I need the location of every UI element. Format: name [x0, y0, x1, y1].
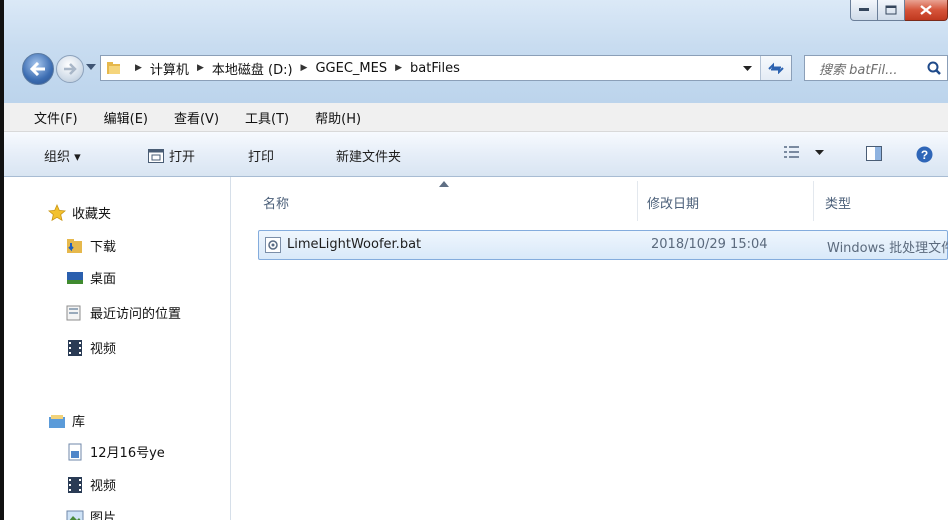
file-row[interactable]: LimeLightWoofer.bat 2018/10/29 15:04 Win…: [258, 230, 948, 260]
nav-recent-places[interactable]: 最近访问的位置: [66, 303, 181, 322]
organize-label: 组织 ▾: [44, 150, 81, 165]
nav-favorites-label: 收藏夹: [72, 207, 112, 222]
new-folder-label: 新建文件夹: [336, 150, 402, 165]
document-library-icon: [66, 443, 84, 461]
column-type[interactable]: 类型: [825, 193, 851, 212]
chevron-right-icon[interactable]: ▶: [197, 63, 204, 73]
nav-library-custom-label: 12月16号ye: [90, 446, 165, 461]
chevron-right-icon[interactable]: ▶: [395, 63, 402, 73]
breadcrumb: ▶ 计算机 ▶ 本地磁盘 (D:) ▶ GGEC_MES ▶ batFiles: [127, 59, 460, 78]
column-divider[interactable]: [813, 181, 814, 221]
navigation-pane: 收藏夹 下载 桌面 最近访问的位置 视频 库 12月16号ye 视频 图片: [4, 177, 231, 520]
refresh-button[interactable]: [760, 56, 791, 80]
recent-pages-dropdown[interactable]: [86, 64, 96, 70]
nav-library-pictures[interactable]: 图片: [66, 507, 116, 520]
print-button[interactable]: 打印: [248, 146, 274, 165]
folder-icon: [107, 61, 121, 75]
menu-tools[interactable]: 工具(T): [245, 108, 289, 127]
refresh-icon: [768, 62, 784, 74]
nav-downloads-label: 下载: [90, 240, 117, 255]
menu-help[interactable]: 帮助(H): [315, 108, 361, 127]
help-icon: ?: [916, 146, 933, 163]
star-icon: [48, 203, 66, 222]
nav-libraries-label: 库: [72, 415, 86, 430]
chevron-right-icon[interactable]: ▶: [135, 63, 142, 73]
nav-library-pictures-label: 图片: [90, 511, 117, 520]
open-label: 打开: [169, 150, 196, 165]
close-icon: [920, 5, 932, 15]
address-bar[interactable]: ▶ 计算机 ▶ 本地磁盘 (D:) ▶ GGEC_MES ▶ batFiles: [100, 55, 792, 81]
address-history-dropdown[interactable]: [737, 56, 757, 80]
forward-button[interactable]: [56, 55, 84, 83]
caption-buttons: [850, 0, 948, 22]
maximize-icon: [885, 5, 897, 15]
close-button[interactable]: [905, 0, 948, 21]
minimize-button[interactable]: [850, 0, 878, 21]
file-type: Windows 批处理文件: [827, 241, 948, 256]
file-name: LimeLightWoofer.bat: [287, 237, 422, 252]
open-icon: [148, 148, 164, 163]
menu-bar: 文件(F) 编辑(E) 查看(V) 工具(T) 帮助(H): [4, 103, 948, 132]
nav-favorites[interactable]: 收藏夹: [48, 203, 111, 222]
search-placeholder: 搜索 batFil...: [819, 62, 898, 78]
breadcrumb-item-ggec[interactable]: GGEC_MES: [315, 61, 387, 76]
search-box[interactable]: 搜索 batFil...: [804, 55, 948, 81]
nav-libraries[interactable]: 库: [48, 411, 85, 430]
nav-desktop-label: 桌面: [90, 272, 117, 287]
video-icon: [66, 476, 84, 494]
nav-videos-favorite[interactable]: 视频: [66, 338, 116, 357]
preview-pane-icon: [866, 146, 882, 161]
column-date[interactable]: 修改日期: [647, 193, 699, 212]
nav-videos-favorite-label: 视频: [90, 342, 117, 357]
recent-places-icon: [66, 304, 84, 322]
downloads-folder-icon: [66, 237, 84, 255]
chevron-right-icon[interactable]: ▶: [301, 63, 308, 73]
menu-edit[interactable]: 编辑(E): [104, 108, 148, 127]
video-icon: [66, 339, 84, 357]
help-button[interactable]: ?: [916, 146, 938, 163]
new-folder-button[interactable]: 新建文件夹: [336, 146, 401, 165]
command-bar: 组织 ▾ 打开 打印 新建文件夹 ?: [4, 132, 948, 177]
column-name[interactable]: 名称: [263, 193, 289, 212]
pictures-icon: [66, 508, 84, 520]
arrow-right-icon: [64, 63, 77, 75]
library-icon: [48, 412, 66, 430]
maximize-button[interactable]: [878, 0, 905, 21]
explorer-window: ▶ 计算机 ▶ 本地磁盘 (D:) ▶ GGEC_MES ▶ batFiles …: [4, 0, 948, 520]
nav-library-videos-label: 视频: [90, 479, 117, 494]
preview-pane-button[interactable]: [866, 146, 887, 161]
column-header: 名称 修改日期 类型: [231, 177, 948, 221]
sort-ascending-icon: [439, 181, 449, 187]
breadcrumb-item-computer[interactable]: 计算机: [150, 59, 189, 78]
breadcrumb-item-drive[interactable]: 本地磁盘 (D:): [212, 59, 293, 78]
batch-file-icon: [265, 237, 281, 253]
view-options-button[interactable]: [784, 146, 829, 158]
back-button[interactable]: [22, 53, 54, 85]
organize-button[interactable]: 组织 ▾: [44, 146, 81, 165]
svg-text:?: ?: [921, 148, 928, 162]
search-icon[interactable]: [927, 61, 941, 75]
menu-file[interactable]: 文件(F): [34, 108, 78, 127]
column-divider[interactable]: [637, 181, 638, 221]
nav-recent-places-label: 最近访问的位置: [90, 307, 182, 322]
nav-desktop[interactable]: 桌面: [66, 268, 116, 287]
view-list-icon: [784, 146, 799, 158]
arrow-left-icon: [30, 62, 45, 76]
chevron-down-icon: [815, 149, 824, 155]
chevron-down-icon: [742, 65, 752, 71]
print-label: 打印: [248, 150, 275, 165]
file-date: 2018/10/29 15:04: [651, 237, 768, 252]
nav-downloads[interactable]: 下载: [66, 236, 116, 255]
breadcrumb-item-batfiles[interactable]: batFiles: [410, 61, 460, 76]
nav-library-custom[interactable]: 12月16号ye: [66, 442, 165, 461]
minimize-icon: [859, 8, 869, 11]
desktop-icon: [66, 269, 84, 287]
title-address-area: ▶ 计算机 ▶ 本地磁盘 (D:) ▶ GGEC_MES ▶ batFiles …: [4, 0, 948, 103]
open-button[interactable]: 打开: [148, 146, 195, 165]
nav-library-videos[interactable]: 视频: [66, 475, 116, 494]
menu-view[interactable]: 查看(V): [174, 108, 219, 127]
